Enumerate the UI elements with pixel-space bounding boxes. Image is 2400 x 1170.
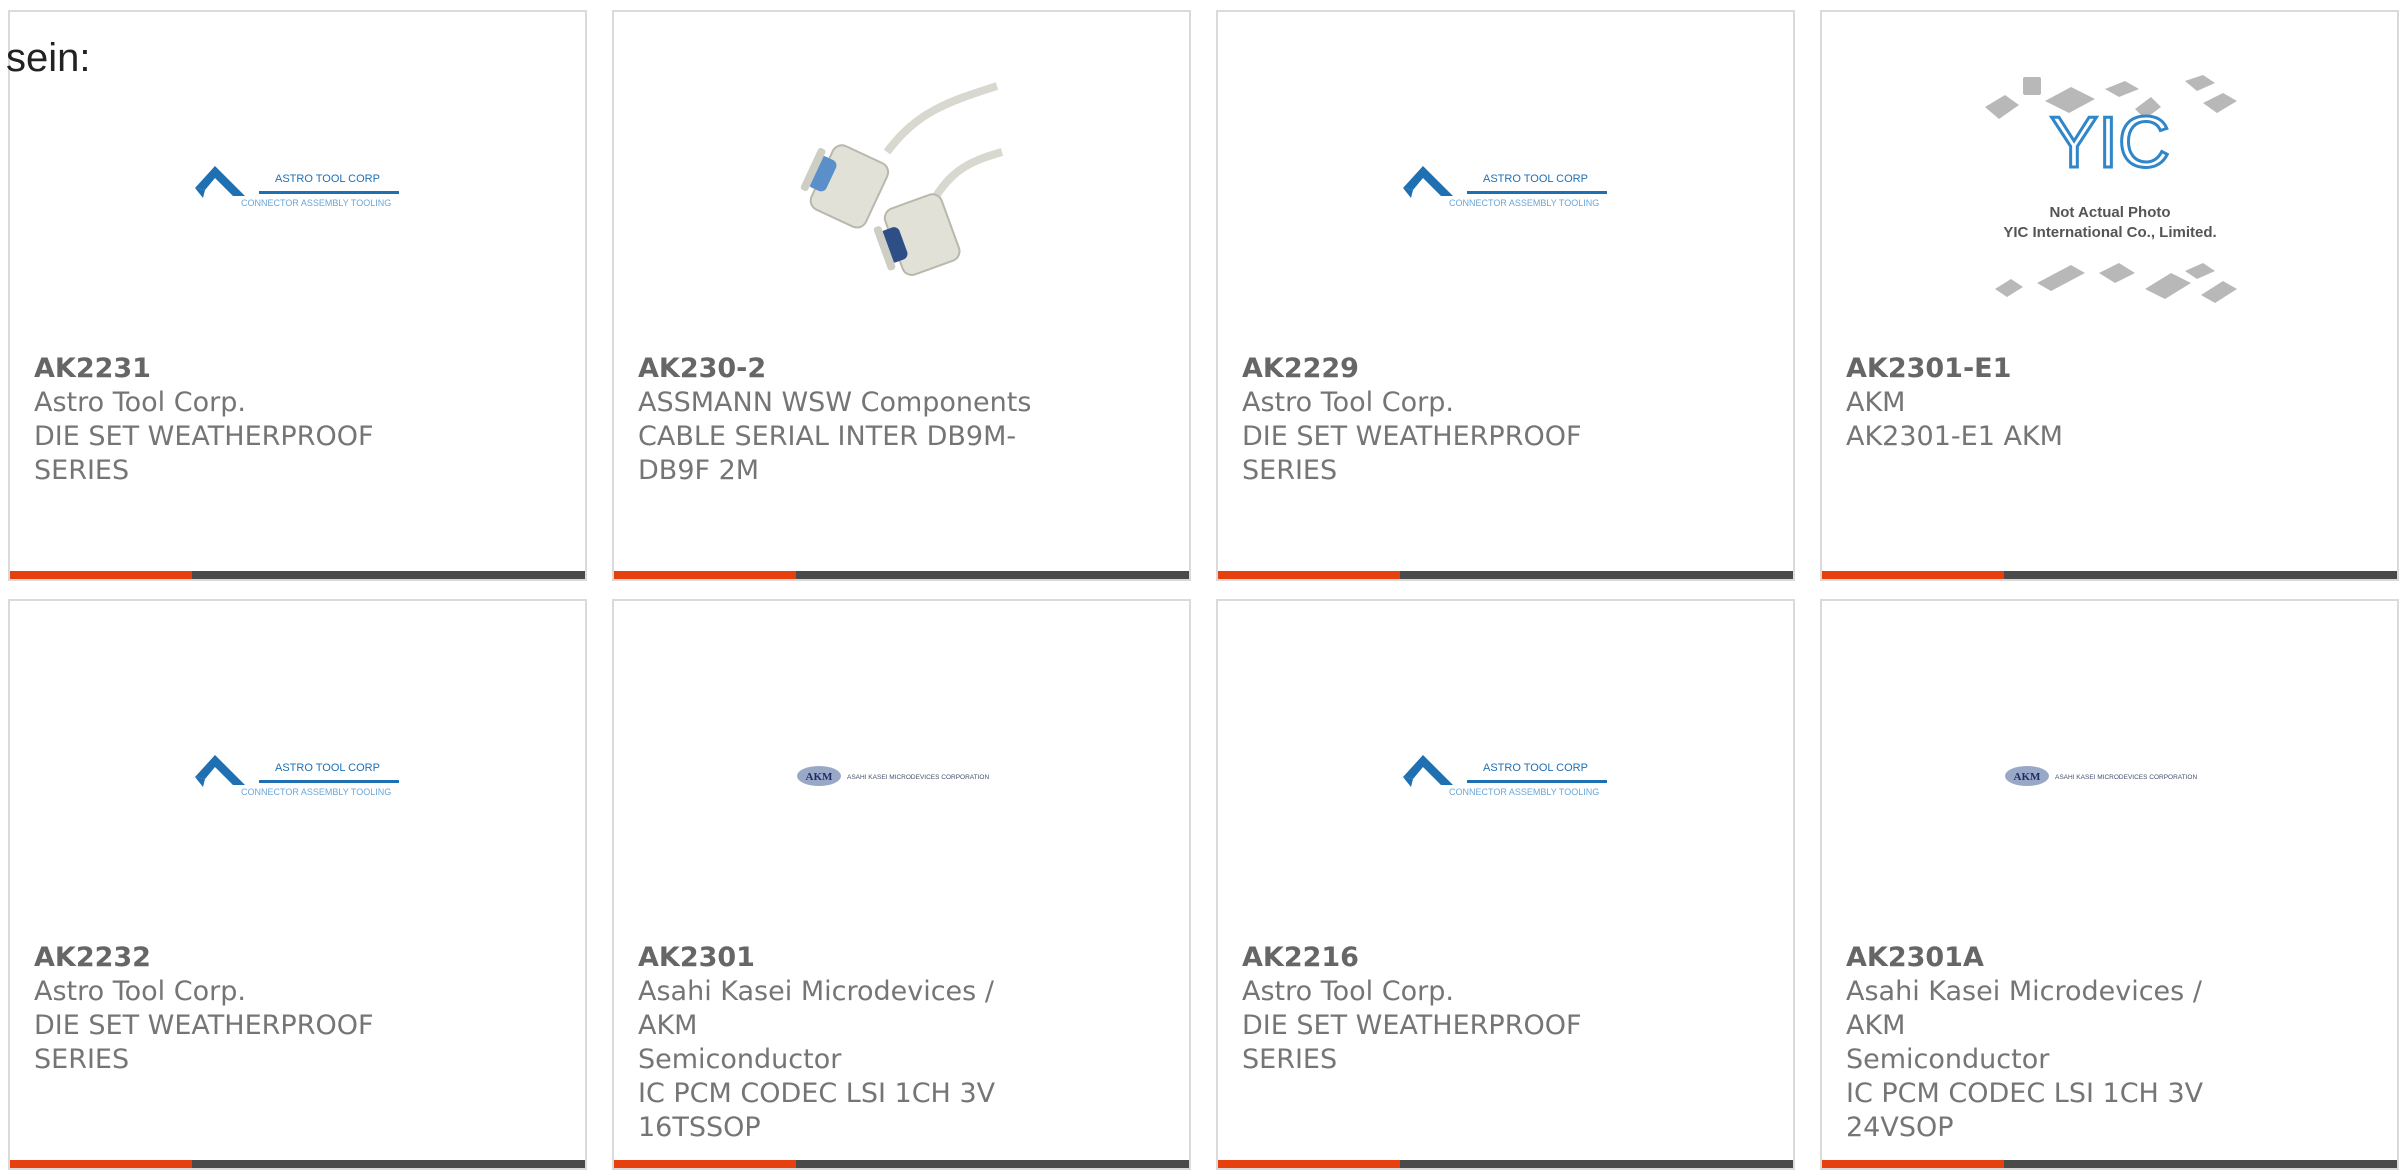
product-card[interactable]: YIC Not Actual Photo YIC International C…	[1820, 10, 2399, 581]
manufacturer: Asahi Kasei Microdevices / AKM	[638, 976, 994, 1041]
manufacturer: AKM	[1846, 387, 1906, 418]
svg-text:ASTRO TOOL CORP: ASTRO TOOL CORP	[1483, 762, 1588, 774]
svg-text:ASTRO TOOL CORP: ASTRO TOOL CORP	[275, 762, 380, 774]
description-line: SERIES	[1242, 1044, 1338, 1075]
product-info: AK230-2 ASSMANN WSW Components CABLE SER…	[638, 352, 1038, 488]
product-card[interactable]: AK230-2 ASSMANN WSW Components CABLE SER…	[612, 10, 1191, 581]
product-image[interactable]: ASTRO TOOL CORP CONNECTOR ASSEMBLY TOOLI…	[10, 72, 585, 302]
manufacturer: ASSMANN WSW Components	[638, 387, 1032, 418]
product-card[interactable]: ASTRO TOOL CORP CONNECTOR ASSEMBLY TOOLI…	[8, 10, 587, 581]
product-info: AK2301 Asahi Kasei Microdevices / AKM Se…	[638, 941, 1038, 1145]
product-card[interactable]: AKM ASAHI KASEI MICRODEVICES CORPORATION…	[1820, 599, 2399, 1170]
akm-logo: AKM ASAHI KASEI MICRODEVICES CORPORATION	[2004, 766, 2197, 786]
description-line: SERIES	[1242, 455, 1338, 486]
svg-text:CONNECTOR ASSEMBLY TOOLING: CONNECTOR ASSEMBLY TOOLING	[1449, 198, 1599, 208]
manufacturer: Astro Tool Corp.	[34, 976, 246, 1007]
svg-text:YIC: YIC	[2049, 103, 2169, 183]
manufacturer: Astro Tool Corp.	[1242, 976, 1454, 1007]
card-footer-bar	[10, 571, 585, 579]
description-line: DIE SET WEATHERPROOF	[1242, 1010, 1582, 1041]
part-number[interactable]: AK2216	[1242, 941, 1642, 975]
product-info: AK2301-E1 AKM AK2301-E1 AKM	[1846, 352, 2246, 454]
product-info: AK2232 Astro Tool Corp. DIE SET WEATHERP…	[34, 941, 434, 1077]
description-line: DB9F 2M	[638, 455, 760, 486]
svg-text:ASTRO TOOL CORP: ASTRO TOOL CORP	[1483, 173, 1588, 185]
serial-cable-photo	[800, 82, 1003, 276]
svg-text:Not Actual Photo: Not Actual Photo	[2049, 204, 2170, 221]
svg-text:CONNECTOR ASSEMBLY TOOLING: CONNECTOR ASSEMBLY TOOLING	[241, 787, 391, 797]
svg-text:CONNECTOR ASSEMBLY TOOLING: CONNECTOR ASSEMBLY TOOLING	[241, 198, 391, 208]
page-heading: sein:	[6, 36, 91, 80]
part-number[interactable]: AK2301-E1	[1846, 352, 2246, 386]
description-line: Semiconductor	[1846, 1044, 2050, 1075]
svg-text:ASTRO TOOL CORP: ASTRO TOOL CORP	[275, 173, 380, 185]
svg-text:ASAHI KASEI MICRODEVICES CORPO: ASAHI KASEI MICRODEVICES CORPORATION	[2055, 774, 2197, 781]
part-number[interactable]: AK2301A	[1846, 941, 2246, 975]
description-line: IC PCM CODEC LSI 1CH 3V	[1846, 1078, 2204, 1109]
product-info: AK2216 Astro Tool Corp. DIE SET WEATHERP…	[1242, 941, 1642, 1077]
card-accent-bar	[1822, 571, 2004, 579]
product-image[interactable]: ASTRO TOOL CORP CONNECTOR ASSEMBLY TOOLI…	[1218, 72, 1793, 302]
product-image[interactable]: AKM ASAHI KASEI MICRODEVICES CORPORATION	[1822, 661, 2397, 891]
description-line: Semiconductor	[638, 1044, 842, 1075]
card-footer-bar	[614, 571, 1189, 579]
part-number[interactable]: AK230-2	[638, 352, 1038, 386]
part-number[interactable]: AK2231	[34, 352, 434, 386]
svg-text:ASAHI KASEI MICRODEVICES CORPO: ASAHI KASEI MICRODEVICES CORPORATION	[847, 774, 989, 781]
description-line: IC PCM CODEC LSI 1CH 3V	[638, 1078, 996, 1109]
product-image[interactable]: ASTRO TOOL CORP CONNECTOR ASSEMBLY TOOLI…	[1218, 661, 1793, 891]
astro-tool-logo: ASTRO TOOL CORP CONNECTOR ASSEMBLY TOOLI…	[1402, 166, 1607, 208]
product-card[interactable]: ASTRO TOOL CORP CONNECTOR ASSEMBLY TOOLI…	[8, 599, 587, 1170]
svg-text:CONNECTOR ASSEMBLY TOOLING: CONNECTOR ASSEMBLY TOOLING	[1449, 787, 1599, 797]
card-accent-bar	[614, 571, 796, 579]
card-accent-bar	[1218, 571, 1400, 579]
manufacturer: Astro Tool Corp.	[34, 387, 246, 418]
astro-tool-logo: ASTRO TOOL CORP CONNECTOR ASSEMBLY TOOLI…	[194, 166, 399, 208]
manufacturer: Asahi Kasei Microdevices / AKM	[1846, 976, 2202, 1041]
description-line: DIE SET WEATHERPROOF	[1242, 421, 1582, 452]
description-line: AK2301-E1 AKM	[1846, 421, 2063, 452]
product-image[interactable]: YIC Not Actual Photo YIC International C…	[1822, 72, 2397, 303]
description-line: 24VSOP	[1846, 1112, 1954, 1143]
manufacturer: Astro Tool Corp.	[1242, 387, 1454, 418]
description-line: CABLE SERIAL INTER DB9M-	[638, 421, 1017, 452]
product-card[interactable]: ASTRO TOOL CORP CONNECTOR ASSEMBLY TOOLI…	[1216, 10, 1795, 581]
part-number[interactable]: AK2232	[34, 941, 434, 975]
product-card[interactable]: AKM ASAHI KASEI MICRODEVICES CORPORATION…	[612, 599, 1191, 1170]
yic-placeholder-image: YIC Not Actual Photo YIC International C…	[1984, 75, 2237, 303]
product-card[interactable]: ASTRO TOOL CORP CONNECTOR ASSEMBLY TOOLI…	[1216, 599, 1795, 1170]
product-image[interactable]: AKM ASAHI KASEI MICRODEVICES CORPORATION	[614, 661, 1189, 891]
description-line: DIE SET WEATHERPROOF	[34, 1010, 374, 1041]
svg-text:AKM: AKM	[2013, 771, 2041, 783]
svg-text:AKM: AKM	[805, 771, 833, 783]
description-line: 16TSSOP	[638, 1112, 761, 1143]
product-info: AK2229 Astro Tool Corp. DIE SET WEATHERP…	[1242, 352, 1642, 488]
part-number[interactable]: AK2229	[1242, 352, 1642, 386]
product-image[interactable]	[614, 72, 1189, 302]
description-line: SERIES	[34, 1044, 130, 1075]
card-footer-bar	[1218, 571, 1793, 579]
product-info: AK2231 Astro Tool Corp. DIE SET WEATHERP…	[34, 352, 434, 488]
astro-tool-logo: ASTRO TOOL CORP CONNECTOR ASSEMBLY TOOLI…	[1402, 755, 1607, 797]
card-footer-bar	[1822, 571, 2397, 579]
astro-tool-logo: ASTRO TOOL CORP CONNECTOR ASSEMBLY TOOLI…	[194, 755, 399, 797]
akm-logo: AKM ASAHI KASEI MICRODEVICES CORPORATION	[796, 766, 989, 786]
part-number[interactable]: AK2301	[638, 941, 1038, 975]
svg-text:YIC International Co., Limited: YIC International Co., Limited.	[2003, 224, 2216, 241]
description-line: SERIES	[34, 455, 130, 486]
description-line: DIE SET WEATHERPROOF	[34, 421, 374, 452]
product-image[interactable]: ASTRO TOOL CORP CONNECTOR ASSEMBLY TOOLI…	[10, 661, 585, 891]
card-accent-bar	[10, 571, 192, 579]
product-info: AK2301A Asahi Kasei Microdevices / AKM S…	[1846, 941, 2246, 1145]
